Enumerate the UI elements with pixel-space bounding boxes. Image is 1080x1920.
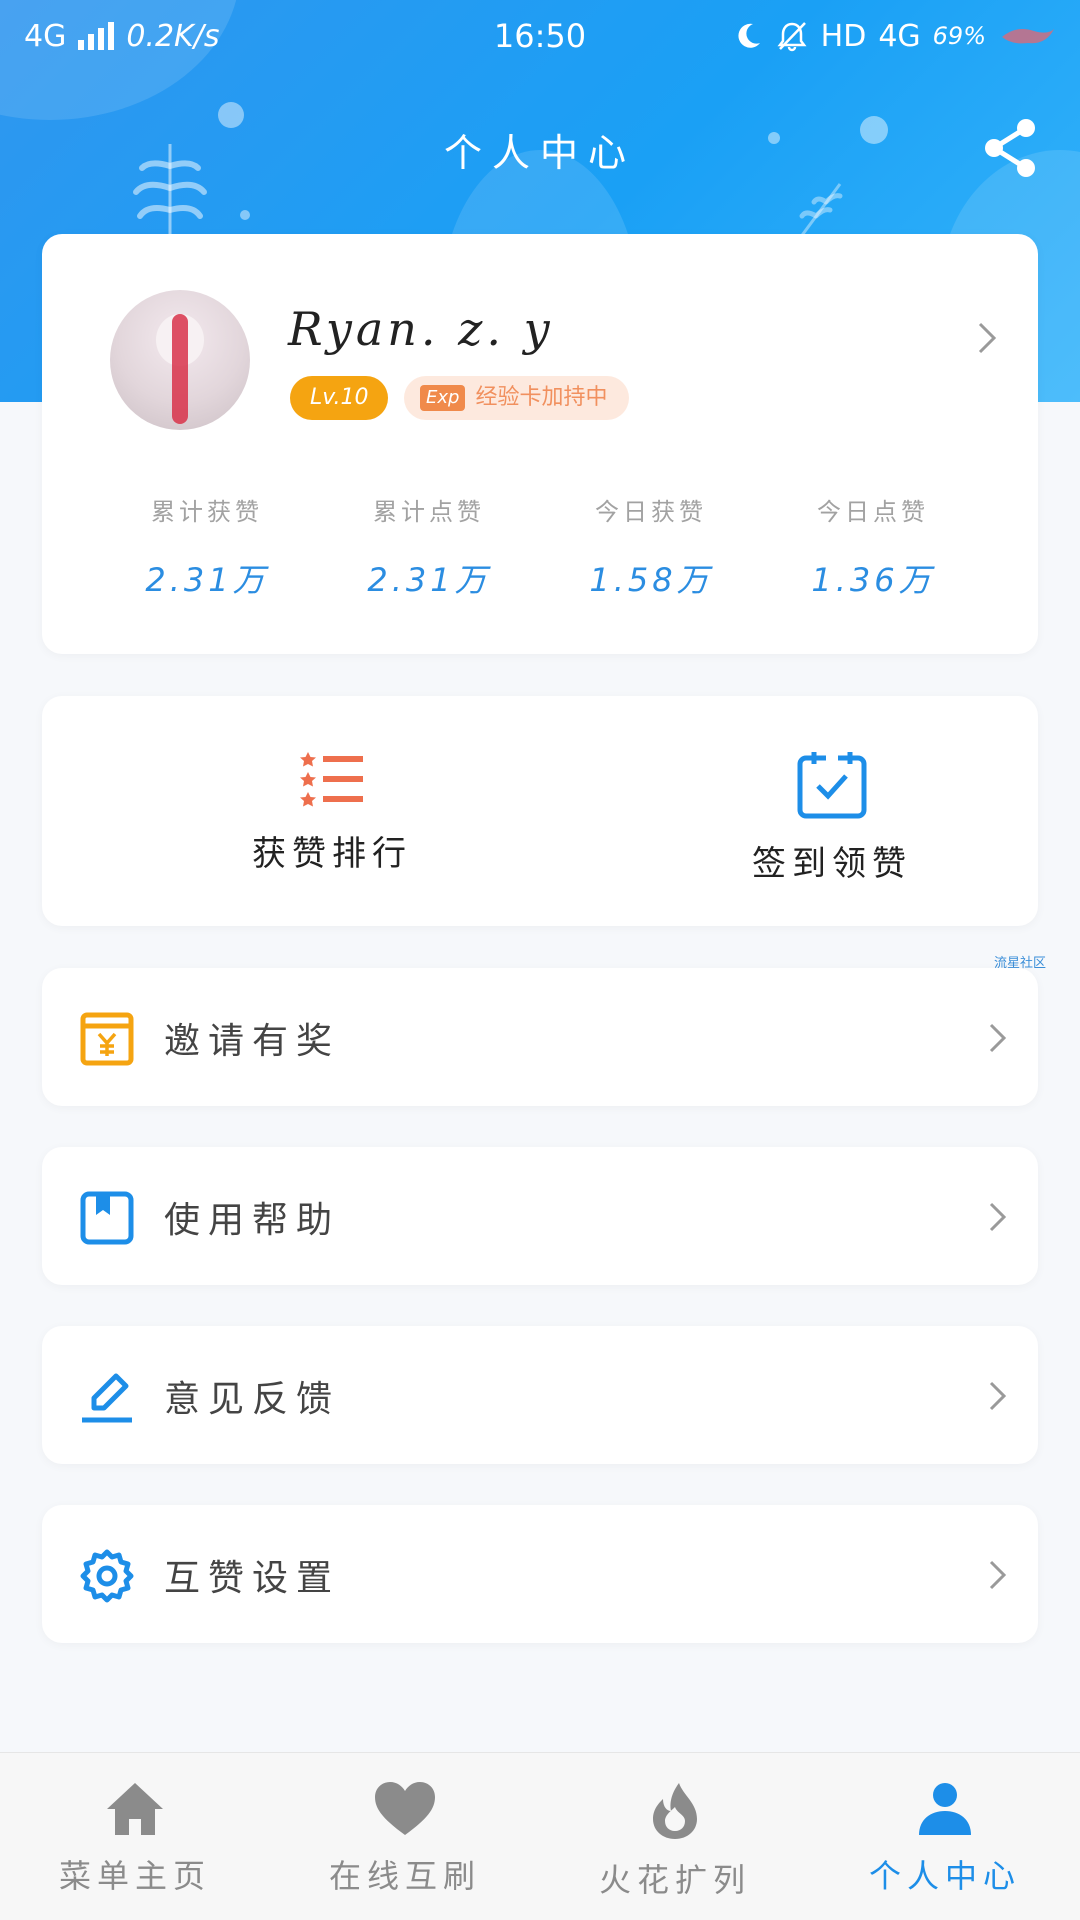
book-icon [80,1191,134,1245]
bell-muted-icon [777,22,807,52]
ranking-list-icon [300,752,363,807]
status-left: 4G 0.2K/s [24,19,219,54]
profile-card[interactable]: Ryan. z. y Lv.10 Exp 经验卡加持中 累计获赞 2.31万 累… [42,234,1038,654]
stat-label: 累计点赞 [373,498,485,526]
stat-label: 今日获赞 [595,498,707,526]
menu-label: 意见反馈 [164,1379,341,1420]
checkin-label: 签到领赞 [752,844,912,884]
share-icon[interactable] [980,116,1044,180]
tab-profile[interactable]: 个人中心 [810,1753,1080,1920]
signal-icon [78,22,115,50]
exp-tag: Exp [420,385,466,411]
stat-today-received: 今日获赞 1.58万 [540,492,762,601]
battery-level: 69% [932,22,986,50]
stat-value: 1.58万 [589,561,713,599]
stat-today-given: 今日点赞 1.36万 [762,492,984,601]
stat-value: 2.31万 [145,561,269,599]
gear-icon [80,1549,134,1603]
chevron-right-icon [989,1202,1007,1232]
status-right: HD 4G 69% [733,19,1056,54]
title-bar: 个人中心 [0,110,1080,190]
stat-value: 2.31万 [367,561,491,599]
home-icon [107,1783,163,1835]
page-title: 个人中心 [443,131,636,175]
menu-item-feedback[interactable]: 意见反馈 [42,1326,1038,1464]
flame-icon [653,1783,697,1839]
edit-pen-icon [82,1373,132,1423]
yen-gift-icon [80,1012,134,1066]
stat-total-given: 累计点赞 2.31万 [318,492,540,601]
exp-text: 经验卡加持中 [475,385,608,410]
menu-item-settings[interactable]: 互赞设置 [42,1505,1038,1643]
menu-label: 使用帮助 [164,1200,341,1241]
chevron-right-icon [989,1560,1007,1590]
tab-label: 在线互刷 [328,1857,481,1895]
stat-total-received: 累计获赞 2.31万 [96,492,318,601]
tab-label: 个人中心 [868,1857,1021,1895]
network-type: 4G [24,18,67,54]
level-badge: Lv.10 [290,376,389,420]
username: Ryan. z. y [288,302,554,356]
stat-label: 今日点赞 [817,498,929,526]
user-icon [919,1783,971,1835]
checkin-button[interactable]: 签到领赞 [682,750,982,885]
network-speed: 0.2K/s [126,18,220,54]
menu-item-invite[interactable]: 邀请有奖 [42,968,1038,1106]
quick-actions-card: 获赞排行 签到领赞 [42,696,1038,926]
stat-label: 累计获赞 [151,498,263,526]
tab-spark[interactable]: 火花扩列 [540,1753,810,1920]
bottom-tab-bar: 菜单主页 在线互刷 火花扩列 个人中心 [0,1752,1080,1920]
tab-label: 火花扩列 [598,1861,751,1899]
tab-online[interactable]: 在线互刷 [270,1753,540,1920]
exp-badge: Exp 经验卡加持中 [404,376,630,420]
tab-home[interactable]: 菜单主页 [0,1753,270,1920]
chevron-right-icon[interactable] [976,318,1000,358]
avatar[interactable] [110,290,250,430]
network-type-right: 4G [878,18,921,54]
ranking-label: 获赞排行 [252,834,412,874]
stat-value: 1.36万 [811,561,935,599]
heart-icon [375,1782,435,1835]
menu-item-help[interactable]: 使用帮助 [42,1147,1038,1285]
calendar-check-icon [797,752,867,819]
menu-label: 互赞设置 [164,1558,341,1599]
moon-icon [738,23,760,48]
chevron-right-icon [989,1023,1007,1053]
menu-label: 邀请有奖 [164,1021,341,1062]
chevron-right-icon [989,1381,1007,1411]
stats-row: 累计获赞 2.31万 累计点赞 2.31万 今日获赞 1.58万 今日点赞 1.… [42,492,1038,601]
ranking-button[interactable]: 获赞排行 [182,750,482,875]
hd-indicator: HD [820,18,867,54]
status-bar: 4G 0.2K/s 16:50 HD 4G 69% [0,0,1080,72]
tab-label: 菜单主页 [58,1857,211,1895]
battery-icon [1002,29,1054,44]
